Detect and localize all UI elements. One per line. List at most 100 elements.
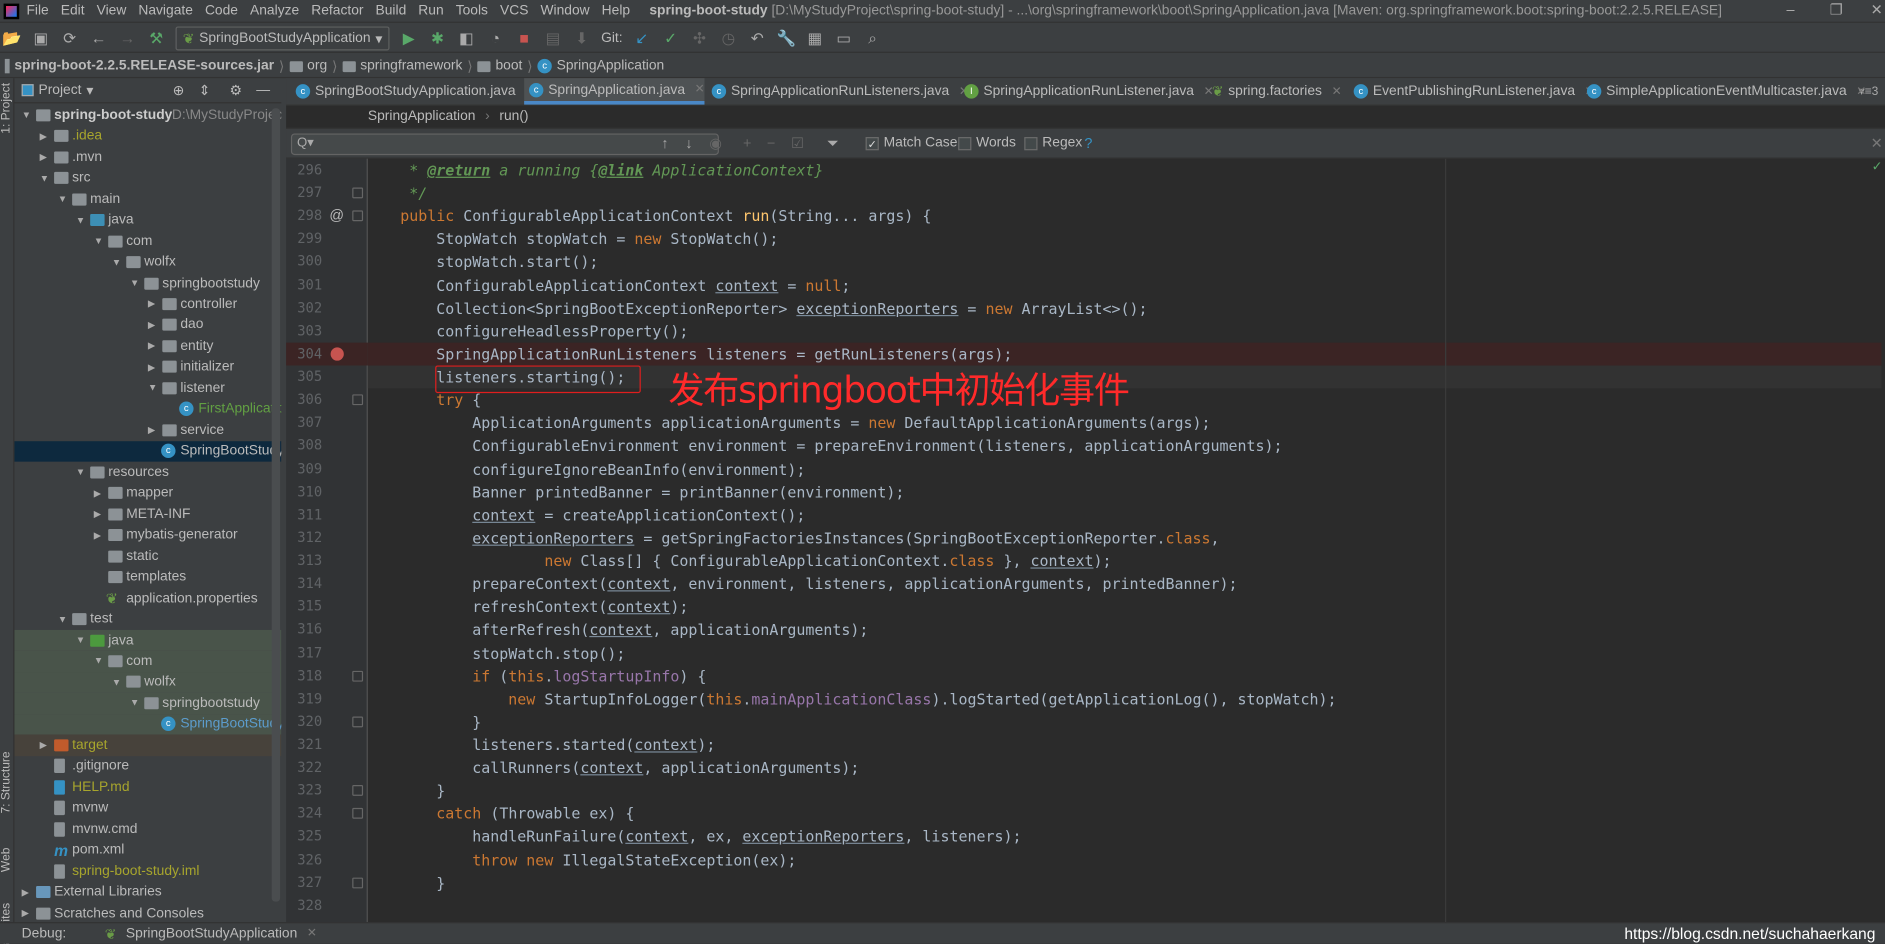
- find-all-icon[interactable]: ◉: [709, 135, 722, 152]
- expand-arrow-right-icon[interactable]: ▶: [40, 152, 47, 163]
- tree-item[interactable]: ▶ .mvn: [14, 147, 281, 168]
- tree-item[interactable]: ▼ main: [14, 189, 281, 210]
- expand-arrow-right-icon[interactable]: ▶: [22, 908, 29, 919]
- search-icon[interactable]: ⌕: [863, 28, 882, 47]
- tree-item[interactable]: ▼ src: [14, 168, 281, 189]
- attach-icon[interactable]: ▤: [543, 28, 562, 47]
- expand-arrow-right-icon[interactable]: ▶: [40, 740, 47, 751]
- close-tab-icon[interactable]: ✕: [1332, 85, 1342, 98]
- tree-item[interactable]: c SpringBootStudy: [14, 713, 282, 735]
- save-icon[interactable]: ▣: [31, 28, 50, 47]
- expand-arrow-down-icon[interactable]: ▼: [76, 467, 86, 478]
- breakpoint-icon[interactable]: [330, 347, 344, 361]
- stop-icon[interactable]: ■: [515, 29, 534, 47]
- expand-arrow-right-icon[interactable]: ▶: [148, 320, 155, 331]
- tree-item[interactable]: static: [14, 546, 281, 567]
- tree-item[interactable]: ▶ dao: [14, 315, 281, 336]
- editor-tab[interactable]: ❦ spring.factories ✕: [1207, 78, 1342, 104]
- expand-arrow-right-icon[interactable]: ▶: [40, 131, 47, 142]
- expand-arrow-down-icon[interactable]: ▼: [76, 215, 86, 226]
- menu-run[interactable]: Run: [418, 4, 443, 18]
- tree-item[interactable]: c SpringBootStudy: [14, 440, 282, 462]
- menu-window[interactable]: Window: [540, 4, 589, 18]
- editor-tab[interactable]: cEventPublishingRunListener.java✕: [1349, 78, 1595, 104]
- tree-item[interactable]: ❦ application.properties: [14, 588, 281, 609]
- tree-item[interactable]: m pom.xml: [14, 840, 281, 861]
- tree-item[interactable]: templates: [14, 567, 281, 588]
- git-revert-icon[interactable]: ↶: [748, 28, 767, 47]
- git-history-icon[interactable]: ◷: [719, 28, 738, 47]
- editor-tab[interactable]: I SpringApplicationRunListener.java ✕: [959, 78, 1214, 104]
- menu-navigate[interactable]: Navigate: [138, 4, 193, 18]
- menu-tools[interactable]: Tools: [456, 4, 488, 18]
- tree-item[interactable]: c FirstApplicatio: [14, 399, 281, 420]
- nav-item[interactable]: spring-boot-2.2.5.RELEASE-sources.jar: [14, 58, 274, 72]
- menu-file[interactable]: File: [26, 4, 48, 18]
- find-input[interactable]: Q▾: [290, 133, 719, 156]
- hide-panel-icon[interactable]: —: [256, 83, 270, 97]
- tree-item[interactable]: .gitignore: [14, 756, 281, 777]
- settings-wrench-icon[interactable]: 🔧: [776, 28, 795, 47]
- expand-arrow-right-icon[interactable]: ▶: [22, 887, 29, 898]
- sync-icon[interactable]: ⟳: [60, 28, 79, 47]
- fold-marker-icon[interactable]: [352, 785, 364, 797]
- minimize-button[interactable]: –: [1786, 1, 1794, 18]
- editor-tab[interactable]: cSpringBootStudyApplication.java✕: [291, 78, 535, 104]
- tree-item[interactable]: ▼ springbootstudy: [14, 273, 281, 294]
- editor-tab[interactable]: c SpringApplication.java ✕: [524, 78, 705, 105]
- git-update-icon[interactable]: ↙: [632, 28, 651, 47]
- menu-build[interactable]: Build: [376, 4, 407, 18]
- tree-item[interactable]: ▶ controller: [14, 294, 281, 315]
- expand-arrow-down-icon[interactable]: ▼: [76, 635, 86, 646]
- regex-checkbox[interactable]: Regex: [1024, 136, 1082, 150]
- menu-refactor[interactable]: Refactor: [311, 4, 363, 18]
- tree-item[interactable]: ▼ test: [14, 609, 281, 630]
- close-tab-icon[interactable]: ✕: [695, 83, 705, 96]
- expand-arrow-down-icon[interactable]: ▼: [130, 278, 140, 289]
- expand-arrow-down-icon[interactable]: ▼: [58, 614, 68, 625]
- run-icon[interactable]: ▶: [399, 28, 418, 47]
- tree-item[interactable]: ▼ wolfx: [14, 671, 282, 693]
- editor-tab[interactable]: cSpringApplicationRunListeners.java✕: [707, 78, 969, 104]
- deploy-icon[interactable]: ⬇: [572, 28, 591, 47]
- web-tool-button[interactable]: Web: [0, 848, 14, 873]
- fold-marker-icon[interactable]: [352, 877, 364, 889]
- close-find-icon[interactable]: ✕: [1871, 135, 1883, 152]
- menu-edit[interactable]: Edit: [61, 4, 85, 18]
- tree-item[interactable]: ▼ wolfx: [14, 252, 281, 273]
- tree-item[interactable]: spring-boot-study.iml: [14, 861, 281, 882]
- tree-item[interactable]: ▶ entity: [14, 336, 281, 357]
- fold-marker-icon[interactable]: [352, 716, 364, 728]
- expand-arrow-right-icon[interactable]: ▶: [148, 425, 155, 436]
- menu-code[interactable]: Code: [205, 4, 238, 18]
- build-hammer-icon[interactable]: ⚒: [147, 28, 166, 47]
- project-scrollbar[interactable]: [271, 108, 281, 902]
- expand-arrow-down-icon[interactable]: ▼: [94, 656, 104, 667]
- expand-arrow-down-icon[interactable]: ▼: [130, 698, 140, 709]
- collapse-all-icon[interactable]: ⇕: [199, 82, 211, 98]
- breadcrumb-method[interactable]: run(): [499, 109, 528, 123]
- tree-item[interactable]: ▼ com: [14, 231, 281, 252]
- git-commit-icon[interactable]: ✓: [661, 28, 680, 47]
- expand-arrow-down-icon[interactable]: ▼: [112, 257, 122, 268]
- expand-arrow-down-icon[interactable]: ▼: [40, 173, 50, 184]
- code-editor[interactable]: } throw new IllegalStateException(ex); h…: [367, 158, 1885, 923]
- expand-arrow-down-icon[interactable]: ▼: [112, 677, 122, 688]
- nav-item[interactable]: org: [307, 58, 327, 72]
- fold-marker-icon[interactable]: [352, 210, 364, 222]
- menu-view[interactable]: View: [97, 4, 127, 18]
- forward-icon[interactable]: →: [118, 29, 137, 47]
- tree-item[interactable]: ▼ listener: [14, 378, 281, 399]
- chevron-down-icon[interactable]: ▾: [86, 82, 93, 98]
- fold-marker-icon[interactable]: [352, 187, 364, 199]
- coverage-icon[interactable]: ◧: [457, 28, 476, 47]
- fold-marker-icon[interactable]: [352, 670, 364, 682]
- tree-item[interactable]: ▶ External Libraries: [14, 882, 281, 903]
- menu-analyze[interactable]: Analyze: [250, 4, 299, 18]
- expand-arrow-right-icon[interactable]: ▶: [148, 299, 155, 310]
- breadcrumb-class[interactable]: SpringApplication: [368, 109, 476, 123]
- debug-session-tab[interactable]: SpringBootStudyApplication: [126, 926, 297, 940]
- gear-icon[interactable]: ⚙: [229, 82, 241, 98]
- expand-arrow-down-icon[interactable]: ▼: [58, 194, 68, 205]
- tree-item[interactable]: ▶ mapper: [14, 483, 281, 504]
